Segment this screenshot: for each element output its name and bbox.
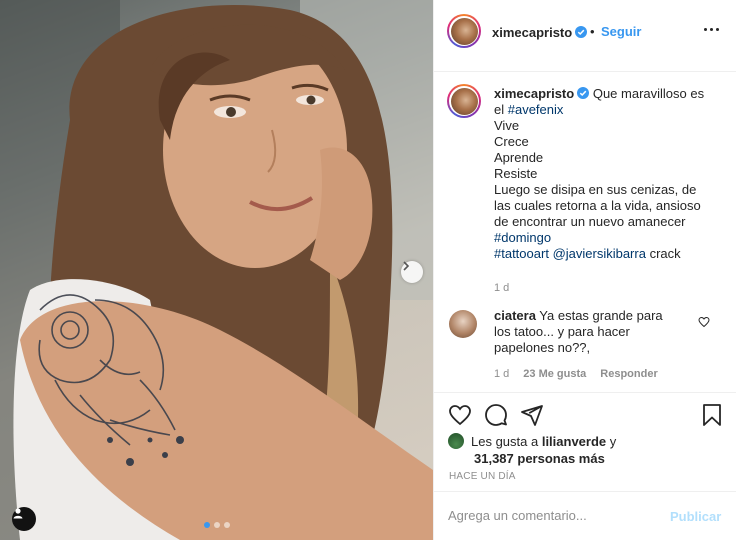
heart-icon[interactable] bbox=[448, 403, 472, 427]
separator-dot: • bbox=[590, 24, 595, 39]
photo-illustration bbox=[0, 0, 433, 540]
post-timestamp[interactable]: HACE UN DÍA bbox=[449, 471, 516, 482]
caption-time[interactable]: 1 d bbox=[494, 282, 509, 294]
comment-icon[interactable] bbox=[484, 403, 508, 427]
hashtag-link[interactable]: #avefenix bbox=[508, 102, 564, 117]
hashtag-link[interactable]: #tattooart bbox=[494, 246, 549, 261]
commenter-username[interactable]: ciatera bbox=[494, 308, 536, 323]
comment-line: papelones no??, bbox=[494, 340, 591, 355]
caption-line: Vive bbox=[494, 118, 520, 133]
comment-meta: 1 d 23 Me gusta Responder bbox=[494, 368, 658, 380]
post-header: ximecapristo • Seguir bbox=[434, 0, 736, 72]
header-username[interactable]: ximecapristo bbox=[492, 25, 588, 40]
avatar[interactable] bbox=[447, 14, 481, 48]
mention-link[interactable]: @javiersikibarra bbox=[553, 246, 646, 261]
caption-username[interactable]: ximecapristo bbox=[494, 86, 574, 101]
liker-username[interactable]: lilianverde bbox=[542, 434, 606, 449]
post-side-panel: ximecapristo • Seguir ximecapristo Que m… bbox=[433, 0, 736, 540]
caption-line: el bbox=[494, 102, 508, 117]
post-photo[interactable] bbox=[0, 0, 433, 540]
carousel-dot bbox=[224, 522, 230, 528]
likes-count[interactable]: 31,387 personas más bbox=[474, 451, 605, 466]
action-bar bbox=[434, 392, 736, 436]
caption-line: de encontrar un nuevo amanecer bbox=[494, 214, 686, 229]
caption-line: crack bbox=[645, 246, 681, 261]
caption-line: Resiste bbox=[494, 166, 538, 181]
caption-text: ximecapristo Que maravilloso es el #avef… bbox=[494, 86, 719, 262]
comment-like-heart-icon[interactable] bbox=[698, 316, 710, 328]
likes-suffix: y bbox=[606, 434, 617, 449]
carousel-dot bbox=[214, 522, 220, 528]
chevron-right-icon bbox=[403, 261, 410, 271]
caption-line: Crece bbox=[494, 134, 529, 149]
carousel-dot bbox=[204, 522, 210, 528]
verified-icon bbox=[577, 87, 590, 99]
caption-line: Aprende bbox=[494, 150, 544, 165]
add-comment-bar: Publicar bbox=[434, 491, 736, 540]
comments-section: ximecapristo Que maravilloso es el #avef… bbox=[434, 72, 736, 392]
reply-button[interactable]: Responder bbox=[600, 368, 657, 380]
comment-line: Ya estas grande para bbox=[535, 308, 663, 323]
more-options-button[interactable] bbox=[704, 28, 719, 31]
hashtag-link[interactable]: #domingo bbox=[494, 230, 551, 245]
comment-time[interactable]: 1 d bbox=[494, 368, 509, 380]
caption-line: Luego se disipa en sus cenizas, de bbox=[494, 182, 697, 197]
more-icon bbox=[704, 28, 707, 31]
share-icon[interactable] bbox=[520, 403, 544, 427]
liker-avatar[interactable] bbox=[447, 432, 465, 450]
follow-button[interactable]: Seguir bbox=[601, 24, 641, 39]
tagged-users-button[interactable] bbox=[12, 507, 36, 531]
caption-line: Que maravilloso es bbox=[592, 86, 705, 101]
comment-text: ciatera Ya estas grande para los tatoo..… bbox=[494, 308, 699, 356]
caption-avatar[interactable] bbox=[447, 84, 481, 118]
caption-line: las cuales retorna a la vida, ansioso bbox=[494, 198, 701, 213]
bookmark-icon[interactable] bbox=[700, 403, 724, 427]
comment-likes[interactable]: 23 Me gusta bbox=[523, 368, 586, 380]
carousel-indicator bbox=[204, 522, 230, 528]
comment-line: los tatoo... y para hacer bbox=[494, 324, 630, 339]
commenter-avatar[interactable] bbox=[449, 310, 477, 338]
header-username-text[interactable]: ximecapristo bbox=[492, 25, 572, 40]
post-comment-button[interactable]: Publicar bbox=[670, 509, 721, 524]
user-tag-icon bbox=[13, 508, 23, 519]
likes-summary: Les gusta a lilianverde y 31,387 persona… bbox=[447, 432, 727, 467]
likes-prefix: Les gusta a bbox=[471, 434, 542, 449]
post-dialog: ximecapristo • Seguir ximecapristo Que m… bbox=[0, 0, 736, 540]
carousel-next-button[interactable] bbox=[401, 261, 423, 283]
verified-icon bbox=[575, 26, 588, 38]
comment-input[interactable] bbox=[448, 508, 648, 523]
